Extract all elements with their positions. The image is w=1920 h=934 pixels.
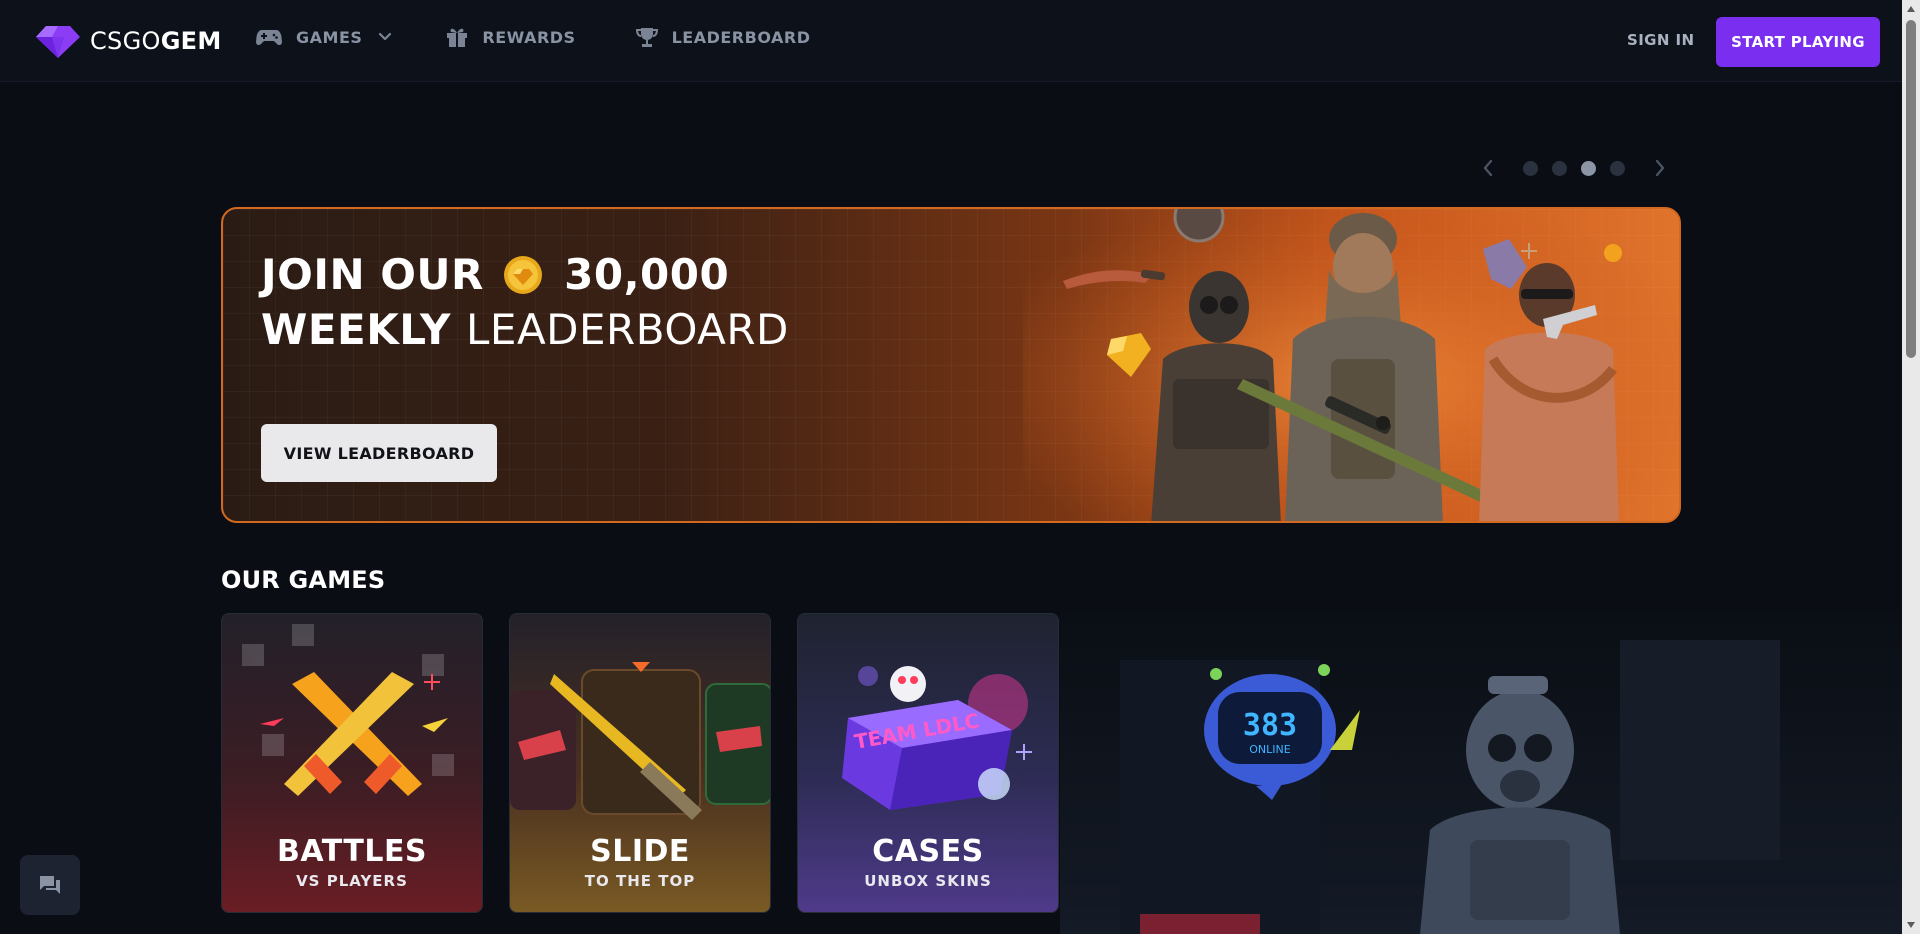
nav-rewards-label: REWARDS [482, 27, 576, 47]
chevron-right-icon [1655, 159, 1665, 177]
sign-in-link[interactable]: SIGN IN [1627, 31, 1694, 49]
skin-case-icon: TEAM LDLC [842, 666, 1032, 810]
carousel-dot[interactable] [1610, 160, 1625, 176]
scroll-down-arrow[interactable] [1907, 922, 1915, 928]
card-title: CASES [872, 834, 984, 869]
robot-counter: 383 [1243, 708, 1297, 743]
robot-status: ONLINE [1249, 743, 1290, 756]
brand-logo[interactable]: CSGOGEM [36, 24, 222, 58]
soldiers-illustration [1023, 209, 1679, 521]
card-title: BATTLES [276, 834, 428, 869]
nav-games-label: GAMES [296, 27, 363, 47]
carousel-dots [1516, 160, 1632, 176]
game-card-battles[interactable]: BATTLES VS PLAYERS [221, 613, 483, 913]
carousel-dot[interactable] [1552, 160, 1567, 176]
nav-rewards[interactable]: REWARDS [446, 26, 575, 48]
card-subtitle: VS PLAYERS [296, 872, 408, 890]
gem-icon [36, 26, 80, 58]
carousel-next-button[interactable] [1650, 156, 1670, 180]
card-subtitle: UNBOX SKINS [864, 872, 992, 890]
brand-name: CSGOGEM [90, 27, 222, 55]
headline-prefix: JOIN OUR [261, 250, 484, 299]
headline-leaderboard: LEADERBOARD [466, 305, 789, 354]
golden-knife-icon [510, 662, 770, 820]
nav-leaderboard-label: LEADERBOARD [671, 27, 811, 47]
card-title: SLIDE [590, 834, 690, 869]
live-chat-button[interactable] [20, 855, 80, 915]
chat-icon [40, 876, 60, 894]
nav-games[interactable]: GAMES [256, 27, 392, 47]
top-navbar: CSGOGEM GAMES REWARDS LEADERBOARD SIGN I… [0, 0, 1902, 82]
chevron-down-icon [379, 32, 392, 41]
carousel-dot-active[interactable] [1581, 160, 1596, 176]
crossed-swords-icon [242, 624, 454, 796]
chevron-left-icon [1483, 159, 1493, 177]
game-card-slide[interactable]: SLIDE TO THE TOP [509, 613, 771, 913]
scroll-thumb[interactable] [1906, 20, 1916, 358]
banner-headline: JOIN OUR 30,000 WEEKLY LEADERBOARD [261, 247, 789, 357]
scroll-up-arrow[interactable] [1907, 6, 1915, 12]
view-leaderboard-button[interactable]: VIEW LEADERBOARD [261, 424, 497, 482]
page-scrollbar[interactable] [1902, 0, 1920, 934]
headline-amount: 30,000 [564, 250, 730, 299]
gift-icon [447, 28, 468, 47]
card-subtitle: TO THE TOP [584, 872, 696, 890]
gem-coin-icon [504, 256, 543, 294]
games-background-art: 383 ONLINE [1060, 600, 1902, 934]
our-games-heading: OUR GAMES [221, 566, 386, 594]
carousel-controls [1478, 156, 1670, 180]
carousel-prev-button[interactable] [1478, 156, 1498, 180]
gamepad-icon [256, 30, 282, 46]
main-nav: GAMES REWARDS LEADERBOARD [256, 26, 810, 48]
trophy-icon [635, 28, 658, 47]
game-card-cases[interactable]: TEAM LDLC CASES UNBOX SKINS [797, 613, 1059, 913]
nav-leaderboard[interactable]: LEADERBOARD [635, 26, 811, 48]
carousel-dot[interactable] [1523, 160, 1538, 176]
headline-weekly: WEEKLY [261, 305, 451, 354]
leaderboard-promo-banner[interactable]: JOIN OUR 30,000 WEEKLY LEADERBOARD VIEW … [221, 207, 1681, 523]
start-playing-button[interactable]: START PLAYING [1716, 17, 1880, 67]
